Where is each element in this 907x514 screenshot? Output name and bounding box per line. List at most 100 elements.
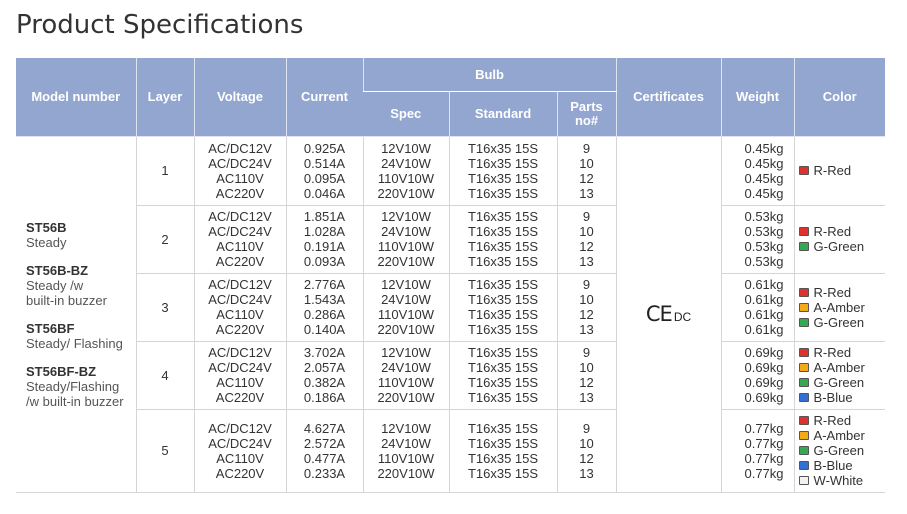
bulb-standard-value: T16x35 15S [467, 375, 539, 390]
voltage-cell: AC/DC12V AC/DC24V AC110V AC220V [193, 341, 286, 410]
color-list: R-Red A-Amber G-Green [795, 285, 886, 330]
bulb-spec-value: 24V10W [381, 360, 431, 375]
weight-cell: 0.77kg 0.77kg 0.77kg 0.77kg [720, 409, 795, 493]
page-title: Product Specifications [16, 10, 304, 40]
bulb-standard-stack: T16x35 15S T16x35 15S T16x35 15S T16x35 15S [450, 141, 557, 201]
bulb-spec-stack: 12V10W 24V10W 110V10W 220V10W [364, 209, 449, 269]
bulb-spec-value: 220V10W [377, 465, 435, 481]
parts-no-value: 12 [579, 170, 594, 186]
current-value: 0.286A [303, 307, 346, 322]
color-cell: R-Red A-Amber G-Green [793, 273, 886, 342]
color-swatch-icon [798, 461, 809, 470]
bulb-spec-value: 12V10W [381, 277, 431, 292]
color-list: R-Red A-Amber G-Green B-Blue W-White [795, 413, 886, 488]
voltage-value: AC110V [216, 170, 264, 186]
color-item: G-Green [798, 315, 886, 330]
voltage-value: AC/DC12V [208, 345, 272, 360]
model-description: Steady [26, 234, 67, 250]
bulb-spec-value: 220V10W [377, 185, 435, 201]
color-label: W-White [813, 473, 864, 488]
current-value: 2.057A [303, 360, 346, 375]
current-value: 0.191A [303, 239, 346, 254]
current-stack: 3.702A 2.057A 0.382A 0.186A [287, 345, 363, 405]
bulb-spec-cell: 12V10W 24V10W 110V10W 220V10W [362, 273, 449, 342]
table-row: 5 AC/DC12V AC/DC24V AC110V AC220V 4.627A 2.572… [16, 409, 886, 493]
weight-value: 0.53kg [744, 239, 784, 254]
model-entry: ST56BF Steady/ Flashing [26, 321, 136, 351]
color-swatch-icon [798, 166, 809, 175]
table-row: 4 AC/DC12V AC/DC24V AC110V AC220V 3.702A 2.057… [16, 341, 886, 410]
model-description: Steady/ Flashing [26, 335, 123, 351]
current-value: 3.702A [303, 345, 346, 360]
header-weight: Weight [720, 58, 795, 137]
current-value: 0.095A [303, 170, 346, 186]
model-description: Steady /w [26, 277, 84, 293]
parts-no-cell: 9 10 12 13 [556, 205, 617, 274]
voltage-value: AC/DC12V [208, 140, 272, 156]
bulb-standard-value: T16x35 15S [467, 322, 539, 337]
parts-no-value: 9 [582, 420, 591, 436]
model-list: ST56B Steady ST56B-BZ Steady /w built-in buz… [16, 136, 136, 493]
bulb-spec-stack: 12V10W 24V10W 110V10W 220V10W [364, 277, 449, 337]
bulb-spec-value: 24V10W [381, 224, 431, 239]
parts-no-value: 13 [579, 254, 594, 269]
bulb-spec-value: 110V10W [377, 307, 435, 322]
voltage-value: AC/DC24V [208, 224, 272, 239]
parts-no-value: 10 [579, 435, 594, 451]
bulb-spec-value: 24V10W [381, 155, 431, 171]
voltage-cell: AC/DC12V AC/DC24V AC110V AC220V [193, 409, 286, 493]
color-list: R-Red [795, 163, 886, 178]
bulb-spec-value: 12V10W [381, 209, 431, 224]
bulb-spec-value: 220V10W [377, 390, 435, 405]
voltage-value: AC/DC12V [208, 277, 272, 292]
weight-value: 0.45kg [744, 170, 784, 186]
bulb-standard-value: T16x35 15S [467, 277, 539, 292]
voltage-stack: AC/DC12V AC/DC24V AC110V AC220V [195, 345, 286, 405]
bulb-standard-value: T16x35 15S [467, 450, 539, 466]
color-swatch-icon [798, 476, 809, 485]
color-label: R-Red [813, 163, 852, 178]
header-standard: Standard [448, 91, 557, 137]
parts-no-value: 12 [579, 450, 594, 466]
current-stack: 2.776A 1.543A 0.286A 0.140A [287, 277, 363, 337]
color-item: B-Blue [798, 458, 886, 473]
parts-no-value: 13 [579, 185, 594, 201]
header-layer: Layer [135, 58, 194, 137]
bulb-spec-value: 110V10W [377, 375, 435, 390]
color-label: A-Amber [813, 299, 865, 315]
current-cell: 4.627A 2.572A 0.477A 0.233A [285, 409, 363, 493]
bulb-standard-value: T16x35 15S [467, 345, 539, 360]
voltage-value: AC110V [216, 239, 264, 254]
bulb-spec-stack: 12V10W 24V10W 110V10W 220V10W [364, 141, 449, 201]
voltage-value: AC/DC12V [208, 209, 272, 224]
model-entry: ST56B Steady [26, 220, 136, 250]
bulb-spec-value: 110V10W [377, 239, 435, 254]
parts-no-stack: 9 10 12 13 [558, 209, 616, 269]
weight-stack: 0.77kg 0.77kg 0.77kg 0.77kg [722, 421, 794, 481]
color-swatch-icon [798, 287, 809, 297]
weight-value: 0.69kg [744, 360, 784, 375]
weight-value: 0.69kg [744, 390, 784, 405]
voltage-stack: AC/DC12V AC/DC24V AC110V AC220V [195, 277, 286, 337]
color-label: G-Green [813, 375, 865, 390]
voltage-cell: AC/DC12V AC/DC24V AC110V AC220V [193, 205, 286, 274]
current-cell: 3.702A 2.057A 0.382A 0.186A [285, 341, 363, 410]
color-item: G-Green [798, 239, 886, 254]
weight-value: 0.45kg [744, 155, 784, 171]
header-spec: Spec [363, 91, 449, 137]
current-value: 1.543A [303, 292, 346, 307]
current-cell: 0.925A 0.514A 0.095A 0.046A [285, 136, 363, 206]
model-entry: ST56B-BZ Steady /w built-in buzzer [26, 263, 136, 308]
parts-no-stack: 9 10 12 13 [558, 421, 616, 481]
parts-no-value: 13 [579, 322, 594, 337]
color-swatch-icon [798, 363, 809, 372]
weight-value: 0.61kg [744, 322, 784, 337]
color-item: R-Red [798, 285, 886, 300]
header-color: Color [793, 58, 886, 137]
dc-mark-text: DC [673, 310, 692, 324]
color-label: R-Red [813, 224, 852, 239]
parts-no-stack: 9 10 12 13 [558, 345, 616, 405]
header-bulb: Bulb [362, 58, 617, 92]
header-parts-line2: no# [574, 112, 599, 128]
bulb-spec-value: 220V10W [377, 322, 435, 337]
